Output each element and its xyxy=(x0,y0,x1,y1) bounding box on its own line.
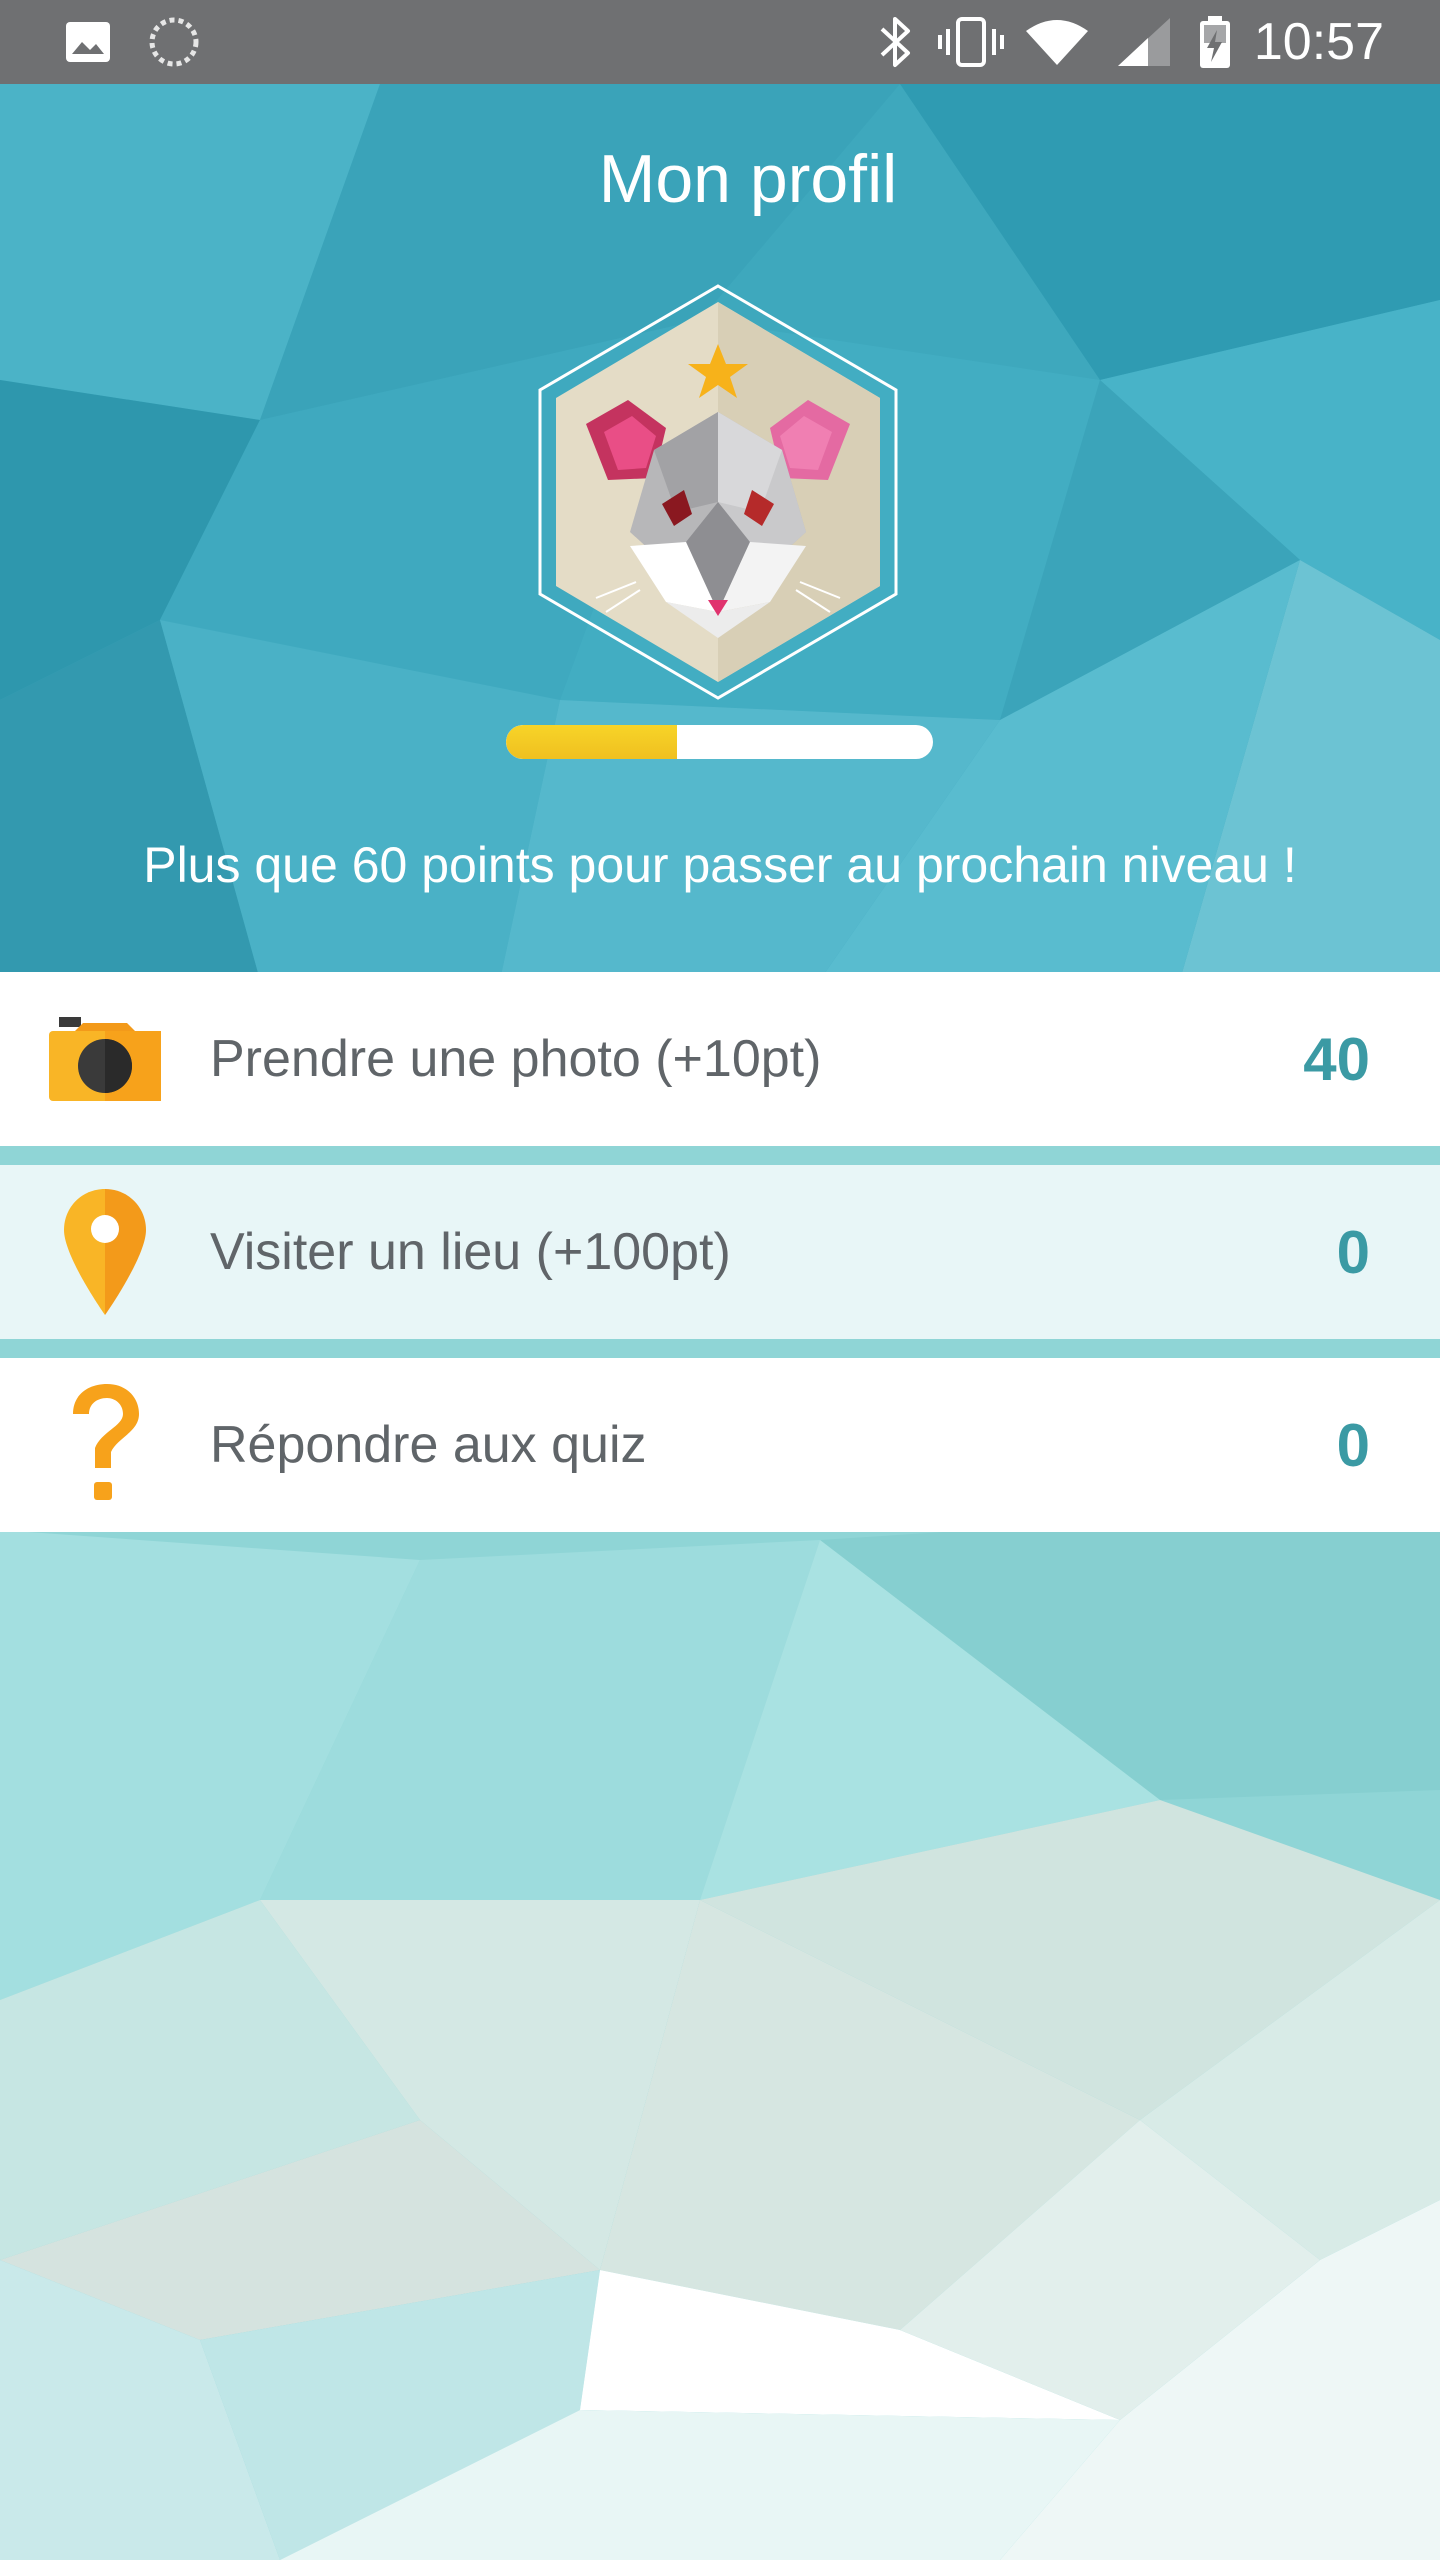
level-progress-bar xyxy=(506,725,933,759)
stat-label: Prendre une photo (+10pt) xyxy=(210,1030,822,1088)
profile-screen: 10:57 Mon profil Plus que 60 points pour… xyxy=(0,0,1440,2560)
stat-value: 0 xyxy=(1336,1411,1370,1479)
battery-charging-icon xyxy=(1198,0,1232,84)
stat-value: 0 xyxy=(1336,1218,1370,1286)
bluetooth-icon xyxy=(876,0,916,84)
avatar[interactable] xyxy=(536,282,900,702)
status-bar: 10:57 xyxy=(0,0,1440,84)
stat-row-photo[interactable]: Prendre une photo (+10pt) 40 xyxy=(0,972,1440,1146)
stat-row-quiz[interactable]: Répondre aux quiz 0 xyxy=(0,1358,1440,1532)
level-progress-fill xyxy=(506,725,677,759)
vibrate-icon xyxy=(938,0,1004,84)
image-icon xyxy=(64,0,112,84)
stat-label: Répondre aux quiz xyxy=(210,1416,647,1474)
camera-icon xyxy=(48,994,162,1124)
stat-value: 40 xyxy=(1303,1025,1370,1093)
level-message: Plus que 60 points pour passer au procha… xyxy=(143,837,1297,893)
stat-label: Visiter un lieu (+100pt) xyxy=(210,1223,731,1281)
page-title: Mon profil xyxy=(598,141,898,217)
cell-signal-icon xyxy=(1116,0,1172,84)
loading-icon xyxy=(148,0,200,84)
location-pin-icon xyxy=(48,1187,162,1317)
wifi-icon xyxy=(1024,0,1090,84)
status-time: 10:57 xyxy=(1253,13,1384,71)
stat-row-visit[interactable]: Visiter un lieu (+100pt) 0 xyxy=(0,1165,1440,1339)
question-mark-icon xyxy=(48,1380,162,1510)
